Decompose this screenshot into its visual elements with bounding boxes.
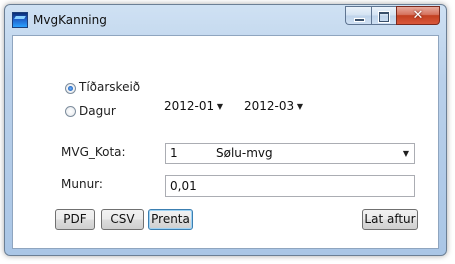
close-icon: ✕ <box>412 8 424 23</box>
chevron-down-icon: ▼ <box>402 149 409 158</box>
chevron-down-icon: ▼ <box>296 102 303 111</box>
app-window: MvgKanning ✕ Tíðarskeið Dagur 2012-01 ▼ … <box>4 4 447 256</box>
difference-input[interactable]: 0,01 <box>165 175 415 197</box>
period-to-value: 2012-03 <box>244 99 295 113</box>
radio-period[interactable] <box>65 83 76 94</box>
pdf-button[interactable]: PDF <box>55 209 95 230</box>
radio-day[interactable] <box>65 106 76 117</box>
maximize-button[interactable] <box>371 6 396 25</box>
minimize-button[interactable] <box>345 6 371 25</box>
close-window-button[interactable]: ✕ <box>396 6 440 25</box>
vat-code-number: 1 <box>170 146 178 160</box>
period-from-value: 2012-01 <box>164 99 215 113</box>
app-icon <box>12 12 28 28</box>
print-button[interactable]: Prenta <box>148 209 193 230</box>
radio-day-label[interactable]: Dagur <box>79 104 116 118</box>
radio-period-label[interactable]: Tíðarskeið <box>79 80 140 94</box>
vat-code-select[interactable]: 1 Sølu-mvg ▼ <box>165 143 415 164</box>
chevron-down-icon: ▼ <box>216 102 223 111</box>
vat-code-label: MVG_Kota: <box>61 145 126 159</box>
client-area: Tíðarskeið Dagur 2012-01 ▼ 2012-03 ▼ MVG… <box>12 35 439 249</box>
difference-label: Munur: <box>61 177 103 191</box>
caption-buttons: ✕ <box>345 6 440 26</box>
title-bar[interactable]: MvgKanning ✕ <box>5 5 446 35</box>
close-button[interactable]: Lat aftur <box>362 209 418 230</box>
vat-code-name: Sølu-mvg <box>216 146 273 160</box>
period-to-select[interactable]: 2012-03 ▼ <box>239 96 309 117</box>
window-title: MvgKanning <box>33 13 107 27</box>
csv-button[interactable]: CSV <box>101 209 144 230</box>
period-from-select[interactable]: 2012-01 ▼ <box>159 96 229 117</box>
